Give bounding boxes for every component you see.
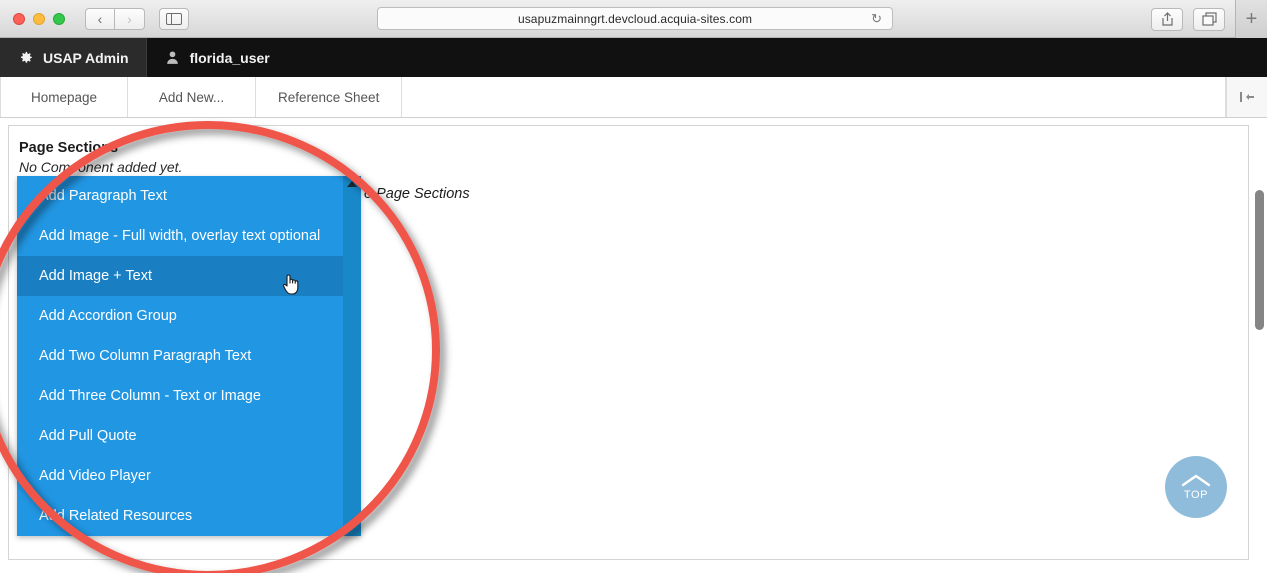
dropdown-option-list: Add Paragraph Text Add Image - Full widt…	[17, 176, 343, 536]
chevron-up-icon	[1181, 474, 1211, 486]
tab-overview-button[interactable]	[1193, 7, 1225, 31]
url-text: usapuzmainngrt.devcloud.acquia-sites.com	[517, 11, 753, 26]
chevron-up-icon[interactable]	[347, 181, 357, 187]
admin-menu-usap-admin-label: USAP Admin	[43, 49, 129, 66]
new-tab-button[interactable]: +	[1235, 0, 1267, 38]
address-bar[interactable]: usapuzmainngrt.devcloud.acquia-sites.com…	[377, 7, 893, 30]
window-traffic-lights	[0, 12, 65, 25]
browser-right-controls: +	[1151, 0, 1267, 38]
dropdown-option-add-three-column[interactable]: Add Three Column - Text or Image	[17, 376, 343, 416]
scroll-to-top-button[interactable]: TOP	[1165, 456, 1227, 518]
sidebar-toggle-icon	[166, 12, 182, 25]
add-component-dropdown[interactable]: Add Paragraph Text Add Image - Full widt…	[17, 176, 361, 536]
dropdown-option-add-two-column-paragraph-text[interactable]: Add Two Column Paragraph Text	[17, 336, 343, 376]
page-scrollbar-thumb[interactable]	[1255, 190, 1264, 330]
admin-menu-user-label: florida_user	[189, 49, 270, 66]
collapse-toolbar-icon	[1240, 92, 1254, 102]
dropdown-option-add-video-player[interactable]: Add Video Player	[17, 456, 343, 496]
dropdown-option-add-paragraph-text[interactable]: Add Paragraph Text	[17, 176, 343, 216]
share-button[interactable]	[1151, 7, 1183, 31]
browser-nav-group: ‹ ›	[85, 7, 145, 30]
tab-reference-sheet[interactable]: Reference Sheet	[256, 77, 403, 117]
page-sections-panel: Page Sections No Component added yet. o …	[8, 125, 1249, 560]
tab-add-new[interactable]: Add New...	[128, 77, 256, 117]
tab-nav-filler	[402, 77, 1226, 117]
page-title: Page Sections	[19, 140, 119, 156]
scroll-to-top-label: TOP	[1183, 488, 1209, 501]
admin-menu-usap-admin[interactable]: USAP Admin	[0, 38, 147, 77]
page-tab-nav: Homepage Add New... Reference Sheet	[0, 77, 1267, 118]
zoom-window-button[interactable]	[53, 12, 65, 25]
reload-icon[interactable]: ↻	[871, 11, 882, 27]
close-window-button[interactable]	[13, 12, 25, 25]
tab-overview-icon	[1201, 12, 1217, 26]
dropdown-option-add-image-full-width[interactable]: Add Image - Full width, overlay text opt…	[17, 216, 343, 256]
back-button[interactable]: ‹	[85, 7, 115, 30]
admin-bar: USAP Admin florida_user	[0, 38, 1267, 77]
forward-button[interactable]: ›	[115, 7, 145, 30]
dropdown-option-add-accordion-group[interactable]: Add Accordion Group	[17, 296, 343, 336]
dropdown-option-add-related-resources[interactable]: Add Related Resources	[17, 496, 343, 536]
dropdown-scrollbar[interactable]	[343, 176, 361, 536]
collapse-toolbar-button[interactable]	[1226, 77, 1267, 117]
dropdown-option-add-image-text[interactable]: Add Image + Text	[17, 256, 343, 296]
dropdown-option-add-pull-quote[interactable]: Add Pull Quote	[17, 416, 343, 456]
add-to-page-sections-label: o Page Sections	[364, 186, 470, 202]
gear-icon	[20, 51, 32, 63]
sidebar-toggle-button[interactable]	[159, 7, 189, 30]
share-icon	[1161, 11, 1173, 26]
empty-state-message: No Component added yet.	[19, 159, 183, 175]
minimize-window-button[interactable]	[33, 12, 45, 25]
app-root: ‹ › usapuzmainngrt.devcloud.acquia-sites…	[0, 0, 1267, 573]
tab-homepage[interactable]: Homepage	[0, 77, 128, 117]
person-icon	[166, 51, 178, 64]
admin-menu-user[interactable]: florida_user	[147, 38, 287, 77]
browser-chrome: ‹ › usapuzmainngrt.devcloud.acquia-sites…	[0, 0, 1267, 38]
